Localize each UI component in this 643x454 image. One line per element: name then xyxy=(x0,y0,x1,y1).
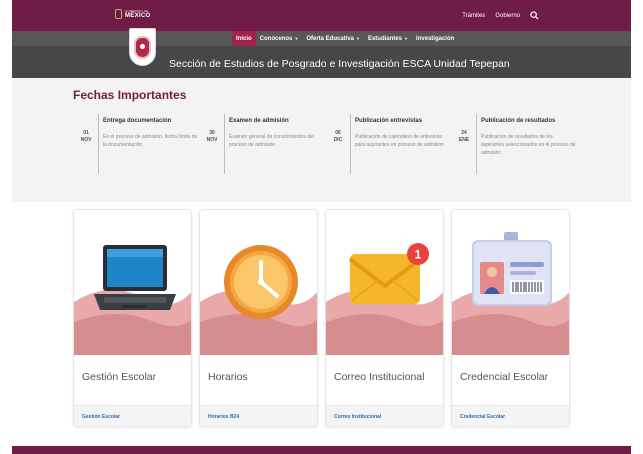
shield-emblem-icon xyxy=(134,35,151,59)
card-title: Credencial Escolar xyxy=(460,371,549,383)
date-day: 06 xyxy=(335,130,341,136)
card-link[interactable]: Horarios B24 xyxy=(208,414,239,420)
nav-item-3[interactable]: Estudiantes ▼ xyxy=(364,31,412,46)
important-dates-section: Fechas Importantes 01 NOV Entrega docume… xyxy=(12,78,631,202)
card-title: Horarios xyxy=(208,371,248,383)
date-day: 30 xyxy=(209,130,215,136)
date-description: Examen general de conocimientos del proc… xyxy=(229,134,314,148)
card-illustration: 1 xyxy=(326,210,443,355)
date-day: 24 xyxy=(461,130,467,136)
nav-item-1[interactable]: Conócenos ▼ xyxy=(256,31,303,46)
date-heading: Publicación de resultados xyxy=(481,118,556,124)
government-bar: GOBIERNO DE MÉXICO Trámites Gobierno xyxy=(12,0,631,31)
date-month: DIC xyxy=(333,137,343,143)
card-gestion-escolar[interactable]: Gestión Escolar Gestión Escolar xyxy=(73,209,192,427)
card-link[interactable]: Credencial Escolar xyxy=(460,414,505,420)
mail-icon: 1 xyxy=(326,210,443,355)
date-heading: Publicación entrevistas xyxy=(355,118,423,124)
date-item: 01 NOV Entrega documentación En el proce… xyxy=(78,114,204,174)
date-month: NOV xyxy=(206,137,218,143)
nav-item-2[interactable]: Oferta Educativa ▼ xyxy=(302,31,364,46)
nav-item-label: Inicio xyxy=(236,35,252,42)
gobierno-link[interactable]: Gobierno xyxy=(495,13,520,19)
nav-item-label: Conócenos xyxy=(259,35,293,42)
date-badge: 06 DIC xyxy=(330,130,346,144)
card-illustration xyxy=(452,210,569,355)
card-footer: Horarios B24 xyxy=(200,405,317,426)
date-month: ENE xyxy=(458,137,470,143)
page: GOBIERNO DE MÉXICO Trámites Gobierno Ini… xyxy=(0,0,643,454)
chevron-down-icon: ▼ xyxy=(294,36,299,41)
clock-icon xyxy=(200,210,317,355)
date-heading: Entrega documentación xyxy=(103,118,172,124)
nav-item-0[interactable]: Inicio xyxy=(232,31,256,46)
main-nav: Inicio Conócenos ▼ Oferta Educativa ▼ Estudia… xyxy=(12,31,631,46)
card-footer: Gestión Escolar xyxy=(74,405,191,426)
logo-big-text: MÉXICO xyxy=(125,12,151,19)
eagle-icon xyxy=(115,9,122,19)
chevron-down-icon: ▼ xyxy=(403,36,408,41)
date-description: En el proceso de admisión, fecha límite … xyxy=(103,134,198,148)
nav-item-label: Estudiantes xyxy=(367,35,402,42)
footer-bar xyxy=(12,446,631,454)
date-description: Publicación de calendario de entrevista … xyxy=(355,134,444,148)
laptop-icon xyxy=(74,210,191,355)
date-description: Publicación de resultados de los aspiran… xyxy=(481,134,576,156)
card-credencial-escolar[interactable]: Credencial Escolar Credencial Escolar xyxy=(451,209,570,427)
date-item: 06 DIC Publicación entrevistas Publicaci… xyxy=(330,114,456,174)
dates-title: Fechas Importantes xyxy=(73,88,187,102)
date-heading: Examen de admisión xyxy=(229,118,289,124)
card-illustration xyxy=(200,210,317,355)
title-bar: Sección de Estudios de Posgrado e Invest… xyxy=(12,46,631,78)
date-divider xyxy=(98,114,99,174)
card-title: Gestión Escolar xyxy=(82,371,157,383)
card-horarios[interactable]: Horarios Horarios B24 xyxy=(199,209,318,427)
notification-badge: 1 xyxy=(415,248,422,262)
nav-item-label: Oferta Educativa xyxy=(306,35,354,42)
gov-links: Trámites Gobierno xyxy=(462,11,539,20)
card-link[interactable]: Correo Institucional xyxy=(334,414,381,420)
date-divider xyxy=(350,114,351,174)
institution-shield-logo[interactable] xyxy=(129,28,156,66)
card-title: Correo Institucional xyxy=(334,371,425,383)
nav-item-label: Investigación xyxy=(415,35,455,42)
card-correo-institucional[interactable]: 1 Correo Institucional Correo Institucio… xyxy=(325,209,444,427)
chevron-down-icon: ▼ xyxy=(356,36,360,41)
card-footer: Credencial Escolar xyxy=(452,405,569,426)
date-month: NOV xyxy=(80,137,92,143)
date-item: 24 ENE Publicación de resultados Publica… xyxy=(456,114,582,174)
card-footer: Correo Institucional xyxy=(326,405,443,426)
date-day: 01 xyxy=(83,130,89,136)
date-badge: 24 ENE xyxy=(456,130,472,144)
date-badge: 01 NOV xyxy=(78,130,94,144)
date-item: 30 NOV Examen de admisión Examen general… xyxy=(204,114,330,174)
search-icon[interactable] xyxy=(530,11,539,20)
id-card-icon xyxy=(452,210,569,355)
date-badge: 30 NOV xyxy=(204,130,220,144)
date-divider xyxy=(224,114,225,174)
nav-item-4[interactable]: Investigación xyxy=(412,31,458,46)
card-illustration xyxy=(74,210,191,355)
site-title: Sección de Estudios de Posgrado e Invest… xyxy=(169,58,510,70)
date-divider xyxy=(476,114,477,174)
gobierno-de-mexico-logo[interactable]: GOBIERNO DE MÉXICO xyxy=(115,9,150,19)
tramites-link[interactable]: Trámites xyxy=(462,13,485,19)
card-link[interactable]: Gestión Escolar xyxy=(82,414,120,420)
